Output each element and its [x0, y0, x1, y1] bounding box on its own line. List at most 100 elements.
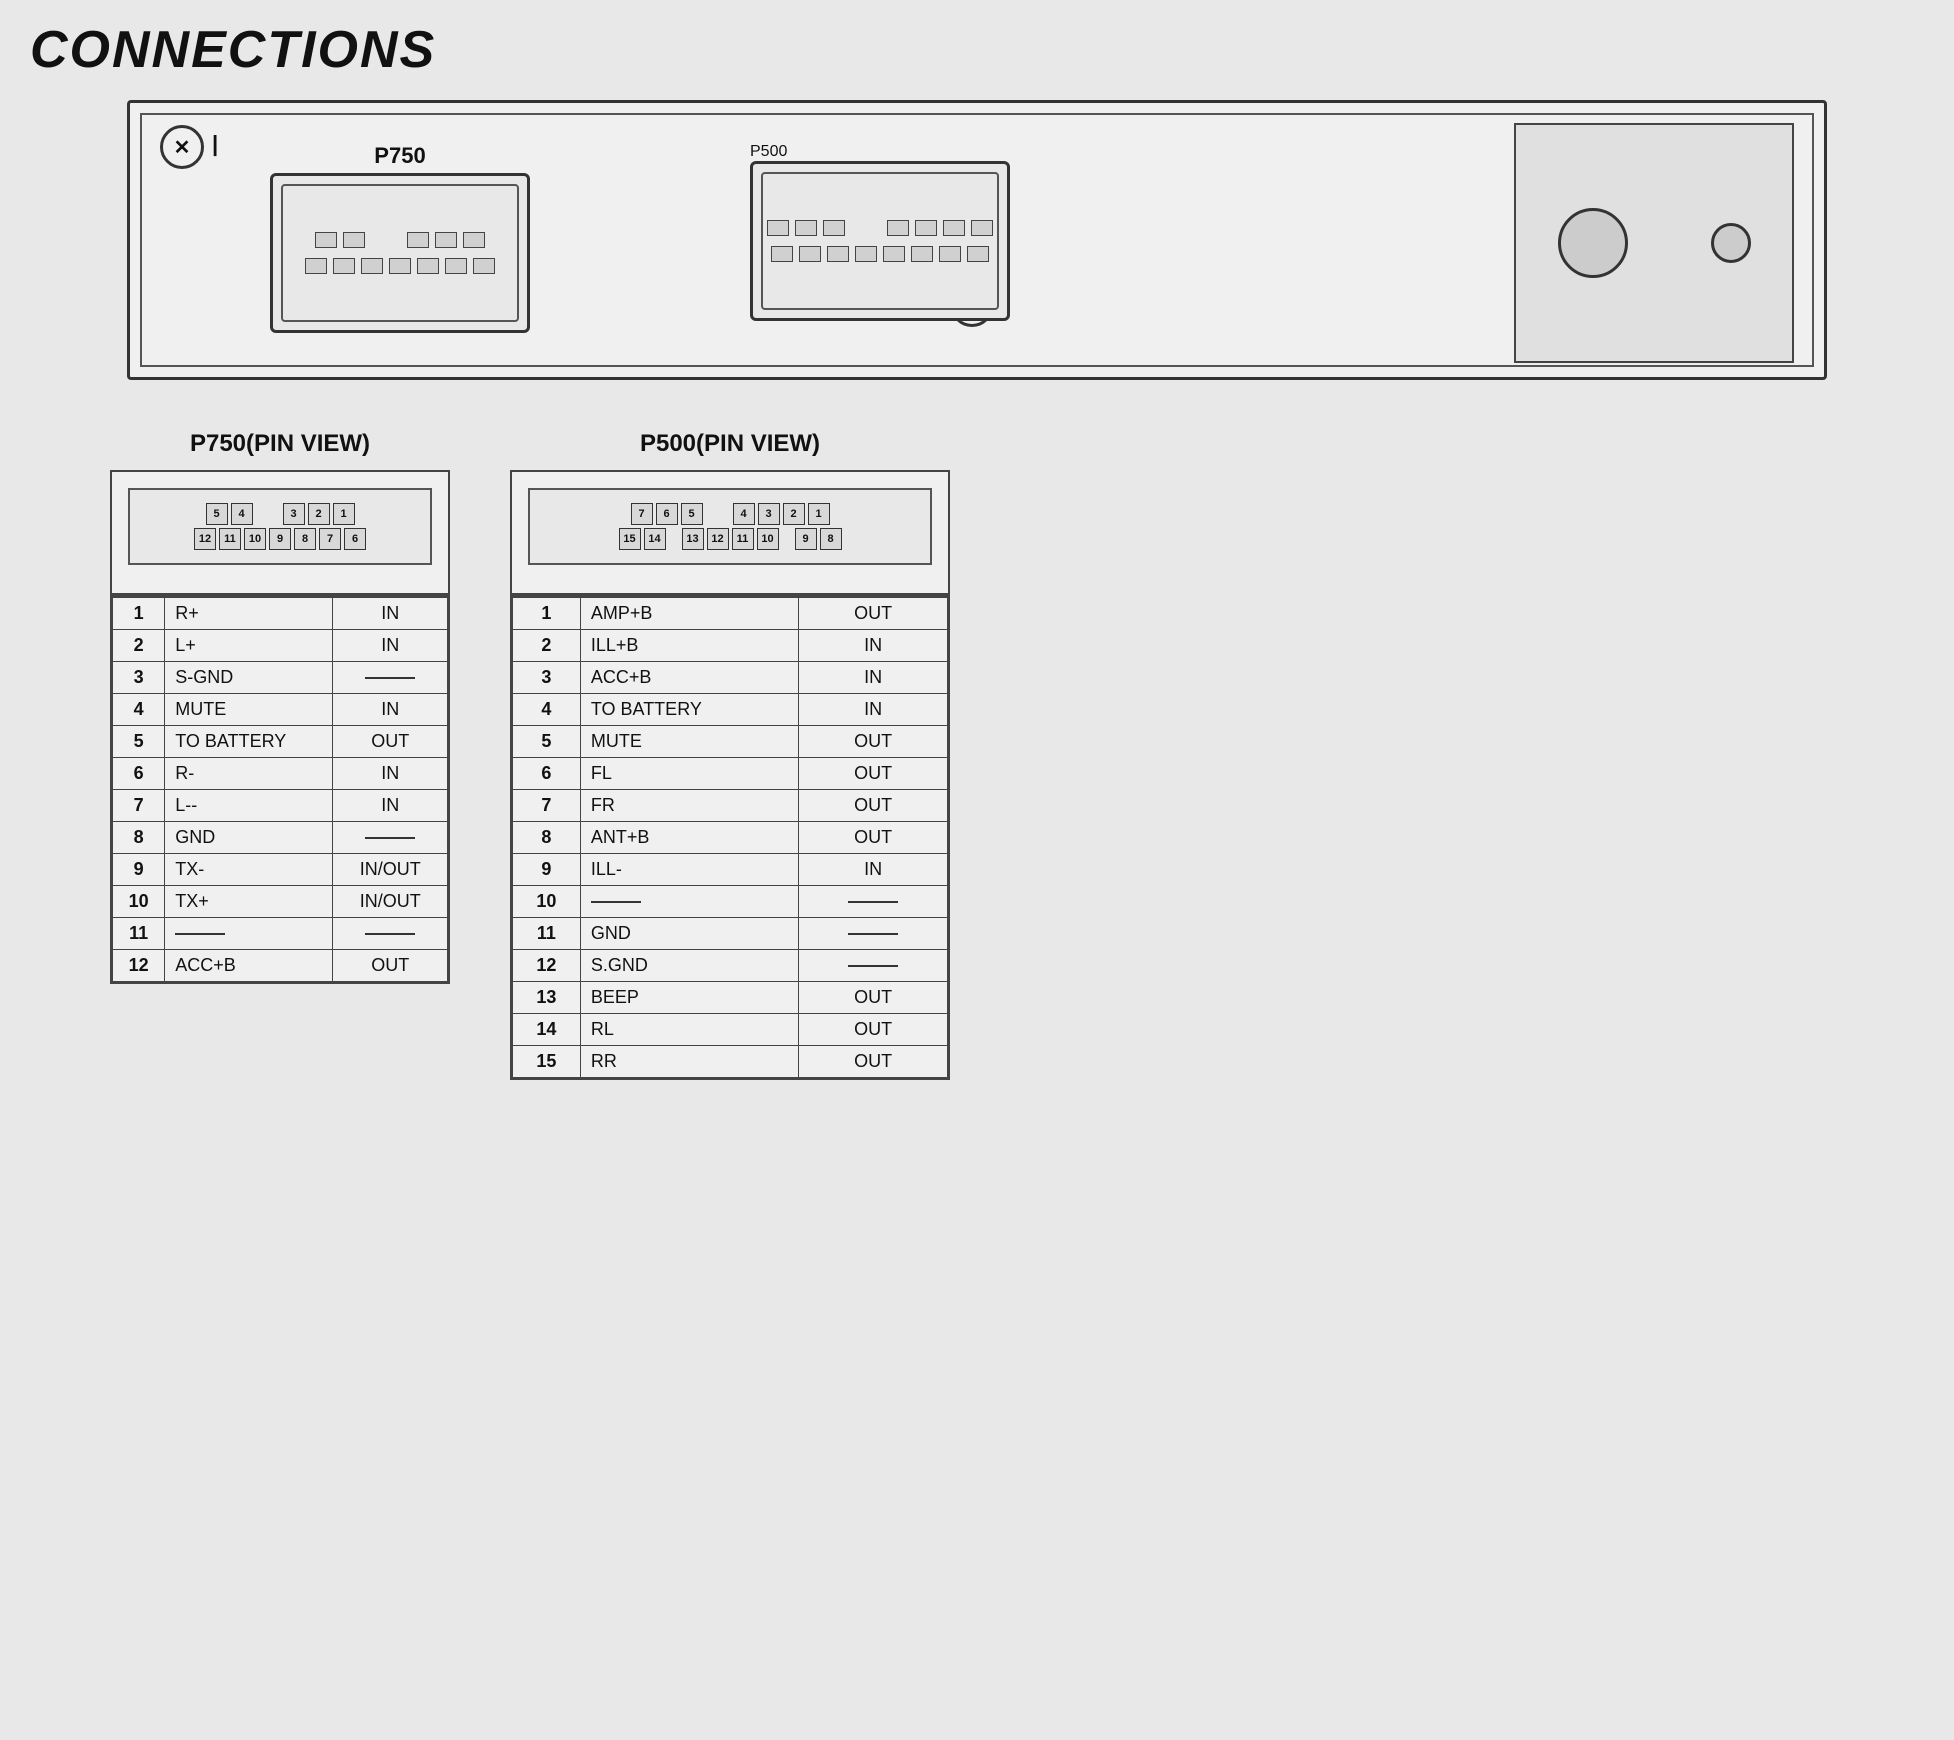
p500-section: P500(PIN VIEW) 7 6 5 4 3 2 1 15 14	[510, 430, 950, 1080]
pin-number: 8	[513, 822, 581, 854]
pin-number: 12	[113, 950, 165, 982]
table-row: 11	[113, 918, 448, 950]
unit-p750-label: P750	[270, 143, 530, 169]
pin-signal: BEEP	[580, 982, 798, 1014]
unit-p500-label: P500	[750, 143, 1010, 161]
table-row: 7 L-- IN	[113, 790, 448, 822]
table-row: 5 TO BATTERY OUT	[113, 726, 448, 758]
pin-dir: IN	[799, 854, 948, 886]
pin-dir	[333, 822, 448, 854]
pin-signal: AMP+B	[580, 598, 798, 630]
pin-signal: GND	[165, 822, 333, 854]
pin-signal: GND	[580, 918, 798, 950]
pin-number: 13	[513, 982, 581, 1014]
table-row: 11 GND	[513, 918, 948, 950]
pin-signal: TX-	[165, 854, 333, 886]
pin-number: 4	[113, 694, 165, 726]
pin-number: 9	[513, 854, 581, 886]
pin-number: 15	[513, 1046, 581, 1078]
circle-component-2	[1711, 223, 1751, 263]
pin-signal: L--	[165, 790, 333, 822]
table-row: 4 MUTE IN	[113, 694, 448, 726]
p750-section: P750(PIN VIEW) 5 4 3 2 1 12 11 10 9	[110, 430, 450, 1080]
pin-number: 11	[113, 918, 165, 950]
pin-signal: FR	[580, 790, 798, 822]
right-components	[1514, 123, 1794, 363]
pin-number: 7	[513, 790, 581, 822]
pin-dir: OUT	[333, 726, 448, 758]
pin-dir: OUT	[799, 822, 948, 854]
pin-number: 9	[113, 854, 165, 886]
bottom-section: P750(PIN VIEW) 5 4 3 2 1 12 11 10 9	[30, 430, 1924, 1080]
p500-table-container: 1 AMP+B OUT 2 ILL+B IN 3 ACC+B IN 4 TO B…	[510, 595, 950, 1080]
table-row: 9 ILL- IN	[513, 854, 948, 886]
pin-number: 5	[113, 726, 165, 758]
table-row: 3 S-GND	[113, 662, 448, 694]
pin-number: 1	[513, 598, 581, 630]
pin-dir: IN	[333, 790, 448, 822]
pin-number: 7	[113, 790, 165, 822]
unit-connector-p500: P500	[750, 143, 1010, 321]
pin-dir: IN/OUT	[333, 886, 448, 918]
pin-dir: IN	[333, 598, 448, 630]
pin-dir	[333, 662, 448, 694]
p750-table-container: 1 R+ IN 2 L+ IN 3 S-GND 4 MUTE IN 5 TO B…	[110, 595, 450, 984]
pin-dir: IN	[799, 630, 948, 662]
table-row: 14 RL OUT	[513, 1014, 948, 1046]
unit-connector-p750: P750	[270, 143, 530, 333]
pin-signal: ILL-	[580, 854, 798, 886]
pin-signal: ILL+B	[580, 630, 798, 662]
pin-dir	[799, 886, 948, 918]
pin-signal	[580, 886, 798, 918]
pin-signal: ACC+B	[165, 950, 333, 982]
pin-dir	[799, 918, 948, 950]
pin-signal: TX+	[165, 886, 333, 918]
p750-pin-diagram: 5 4 3 2 1 12 11 10 9 8 7 6	[110, 470, 450, 595]
table-row: 12 S.GND	[513, 950, 948, 982]
pin-dir	[333, 918, 448, 950]
table-row: 1 R+ IN	[113, 598, 448, 630]
pin-dir: IN	[799, 694, 948, 726]
pin-dir: OUT	[799, 1046, 948, 1078]
pin-number: 12	[513, 950, 581, 982]
pin-number: 10	[113, 886, 165, 918]
pin-signal: S-GND	[165, 662, 333, 694]
circle-component-1	[1558, 208, 1628, 278]
pin-number: 4	[513, 694, 581, 726]
p750-pin-view-title: P750(PIN VIEW)	[110, 430, 450, 458]
i-bar-left: |	[212, 131, 218, 157]
pin-signal: L+	[165, 630, 333, 662]
pin-number: 6	[113, 758, 165, 790]
p500-pin-diagram: 7 6 5 4 3 2 1 15 14 13 12 11 10	[510, 470, 950, 595]
pin-number: 8	[113, 822, 165, 854]
pin-number: 5	[513, 726, 581, 758]
pin-signal: R-	[165, 758, 333, 790]
pin-signal: RL	[580, 1014, 798, 1046]
pin-number: 11	[513, 918, 581, 950]
table-row: 6 FL OUT	[513, 758, 948, 790]
pin-dir: OUT	[799, 1014, 948, 1046]
unit-diagram: ✕ ✕ ✕ ✕ | | P750	[127, 100, 1827, 380]
pin-signal: MUTE	[165, 694, 333, 726]
table-row: 7 FR OUT	[513, 790, 948, 822]
table-row: 3 ACC+B IN	[513, 662, 948, 694]
pin-signal: TO BATTERY	[580, 694, 798, 726]
table-row: 2 L+ IN	[113, 630, 448, 662]
table-row: 9 TX- IN/OUT	[113, 854, 448, 886]
pin-signal	[165, 918, 333, 950]
pin-signal: MUTE	[580, 726, 798, 758]
table-row: 13 BEEP OUT	[513, 982, 948, 1014]
pin-dir: OUT	[799, 758, 948, 790]
p750-table: 1 R+ IN 2 L+ IN 3 S-GND 4 MUTE IN 5 TO B…	[112, 597, 448, 982]
pin-dir: IN	[333, 630, 448, 662]
pin-dir: OUT	[799, 726, 948, 758]
pin-dir: IN/OUT	[333, 854, 448, 886]
pin-number: 6	[513, 758, 581, 790]
pin-dir: OUT	[799, 982, 948, 1014]
pin-number: 3	[113, 662, 165, 694]
table-row: 2 ILL+B IN	[513, 630, 948, 662]
table-row: 10 TX+ IN/OUT	[113, 886, 448, 918]
x-circle-top-left: ✕	[160, 125, 204, 169]
pin-number: 10	[513, 886, 581, 918]
pin-signal: FL	[580, 758, 798, 790]
